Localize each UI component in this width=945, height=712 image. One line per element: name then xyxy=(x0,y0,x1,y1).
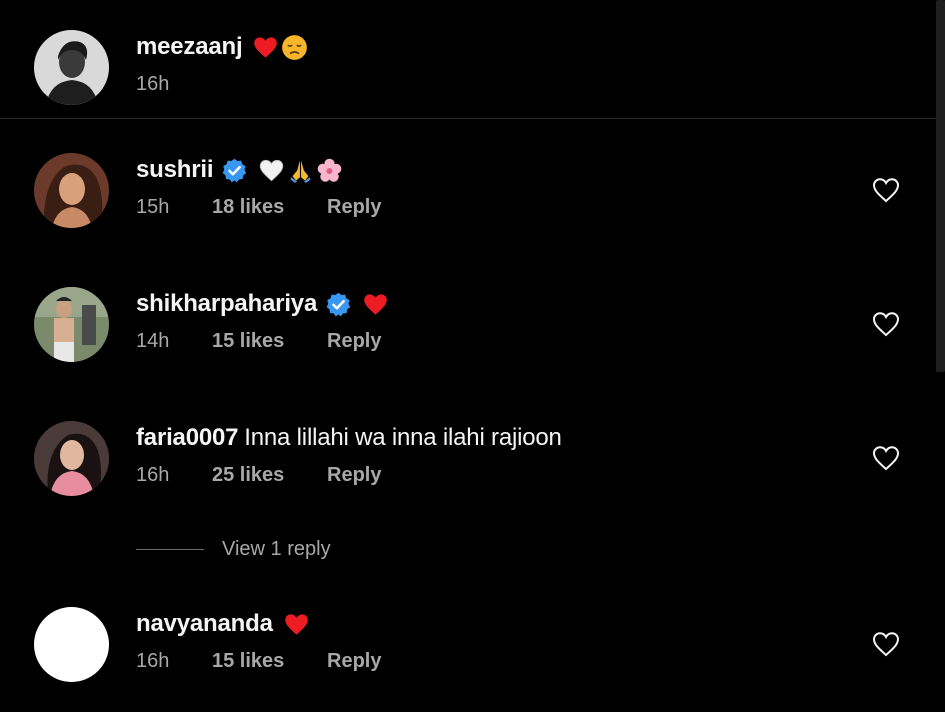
avatar-photo xyxy=(34,287,109,362)
verified-badge-icon xyxy=(325,291,352,318)
username[interactable]: meezaanj xyxy=(136,33,243,61)
like-count[interactable]: 15 likes xyxy=(212,650,327,673)
comment-time: 16h xyxy=(136,72,170,95)
reply-button[interactable]: Reply xyxy=(327,330,381,353)
username[interactable]: faria0007 xyxy=(136,424,238,452)
comment-item: sushrii 15h 18 likes Reply xyxy=(0,153,936,253)
like-count[interactable]: 25 likes xyxy=(212,464,327,487)
red-heart-icon xyxy=(252,34,279,61)
comment-item: faria0007 Inna lillahi wa inna ilahi raj… xyxy=(0,421,936,521)
red-heart-icon xyxy=(362,291,389,318)
like-count[interactable]: 15 likes xyxy=(212,330,327,353)
like-heart-icon[interactable] xyxy=(872,311,900,337)
username[interactable]: sushrii xyxy=(136,156,213,184)
comment-time: 15h xyxy=(136,195,170,218)
avatar-photo xyxy=(34,153,109,228)
scrollbar[interactable] xyxy=(936,0,945,372)
comment-time: 16h xyxy=(136,649,170,672)
white-heart-icon xyxy=(258,157,285,184)
avatar[interactable] xyxy=(34,30,109,105)
avatar-photo xyxy=(34,30,109,105)
like-count[interactable]: 18 likes xyxy=(212,196,327,219)
like-heart-icon[interactable] xyxy=(872,631,900,657)
comment-time: 16h xyxy=(136,463,170,486)
verified-badge-icon xyxy=(221,157,248,184)
caption-comment: meezaanj 16h xyxy=(0,30,936,130)
comment-item: navyananda 16h 15 likes Reply xyxy=(0,607,936,707)
red-heart-icon xyxy=(283,611,310,638)
caption-divider xyxy=(0,118,936,119)
username[interactable]: navyananda xyxy=(136,610,273,638)
comment-text: Inna lillahi wa inna ilahi rajioon xyxy=(244,424,562,451)
avatar-photo xyxy=(34,421,109,496)
like-heart-icon[interactable] xyxy=(872,445,900,471)
like-heart-icon[interactable] xyxy=(872,177,900,203)
disappointed-face-icon xyxy=(281,34,308,61)
reply-button[interactable]: Reply xyxy=(327,196,381,219)
cherry-blossom-icon xyxy=(316,157,343,184)
view-replies-button[interactable]: View 1 reply xyxy=(136,536,331,562)
view-replies-label: View 1 reply xyxy=(222,537,331,560)
avatar[interactable] xyxy=(34,421,109,496)
replies-rule xyxy=(136,548,204,550)
folded-hands-icon xyxy=(287,157,314,184)
reply-button[interactable]: Reply xyxy=(327,650,381,673)
username[interactable]: shikharpahariya xyxy=(136,290,317,318)
avatar[interactable] xyxy=(34,153,109,228)
reply-button[interactable]: Reply xyxy=(327,464,381,487)
comment-item: shikharpahariya 14h 15 likes Reply xyxy=(0,287,936,387)
comment-time: 14h xyxy=(136,329,170,352)
avatar[interactable] xyxy=(34,287,109,362)
avatar[interactable] xyxy=(34,607,109,682)
comments-screen: meezaanj 16h sushrii 15h 18 likes Reply … xyxy=(0,0,945,712)
